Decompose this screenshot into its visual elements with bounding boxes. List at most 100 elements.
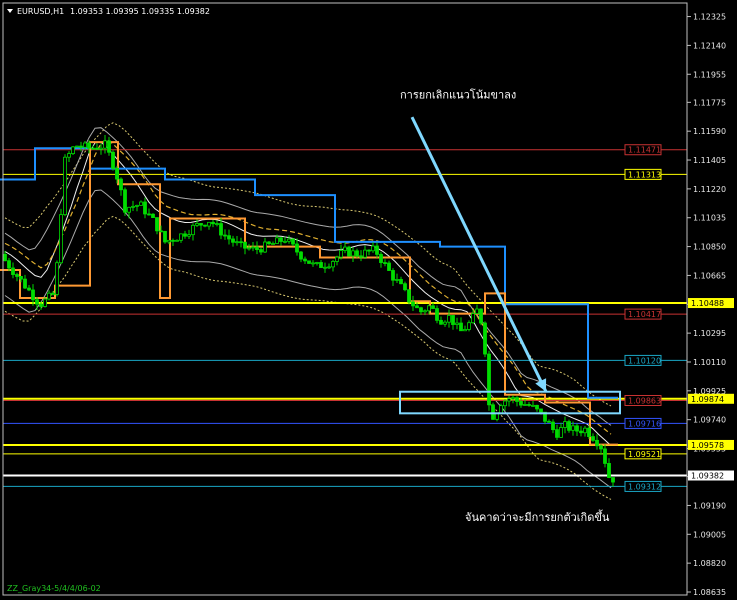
candle-body <box>195 223 199 226</box>
candle-body <box>291 238 295 245</box>
chart-background <box>0 0 737 600</box>
candle-body <box>203 224 207 227</box>
candle-body <box>119 178 123 191</box>
axis-tick-label: 1.11220 <box>693 185 726 194</box>
candle-body <box>51 292 55 295</box>
candle-body <box>563 421 567 428</box>
candle-body <box>383 262 387 264</box>
candle-body <box>375 245 379 255</box>
candle-body <box>551 421 555 431</box>
candle <box>43 297 47 308</box>
candle <box>347 245 351 257</box>
candle-body <box>307 260 311 264</box>
candle-body <box>411 301 415 307</box>
candle-body <box>607 463 611 478</box>
axis-tick-label: 1.09190 <box>693 501 726 510</box>
candle-body <box>271 243 275 245</box>
candle-body <box>127 206 131 213</box>
candle-body <box>363 249 367 258</box>
candle-body <box>19 276 23 280</box>
candle-body <box>367 249 371 252</box>
candle-body <box>571 425 575 431</box>
candle-body <box>495 413 499 420</box>
candle-body <box>179 233 183 241</box>
axis-tick-label: 1.10665 <box>693 271 726 280</box>
chart-canvas: การยกเลิกแนวโน้มขาลงจันคาดว่าจะมีการยกตั… <box>0 0 737 600</box>
axis-tick-label: 1.08635 <box>693 588 726 597</box>
axis-tick-label: 1.08820 <box>693 559 726 568</box>
candle-body <box>7 260 11 269</box>
candle <box>123 187 127 216</box>
level-label: 1.10417 <box>628 310 661 319</box>
candle <box>163 230 167 244</box>
candle-body <box>275 237 279 244</box>
candle-body <box>111 151 115 169</box>
candle <box>435 305 439 324</box>
candle-body <box>471 313 475 324</box>
candle <box>491 402 495 420</box>
candle-body <box>503 400 507 407</box>
candle-body <box>171 239 175 242</box>
candle-body <box>79 145 83 148</box>
candle-body <box>339 250 343 258</box>
candle-body <box>443 321 447 325</box>
candle-body <box>147 213 151 216</box>
candle-body <box>243 241 247 249</box>
candle-body <box>143 201 147 215</box>
candle-body <box>251 246 255 249</box>
candle-body <box>591 436 595 441</box>
candle-body <box>463 329 467 332</box>
candle-body <box>507 398 511 402</box>
candle-body <box>63 156 67 216</box>
candle-body <box>379 253 383 263</box>
candle-body <box>515 397 519 402</box>
candle-body <box>595 439 599 447</box>
candle-body <box>123 189 127 213</box>
candle-body <box>151 213 155 218</box>
candle-body <box>163 230 167 243</box>
candle-body <box>23 278 27 289</box>
candle-body <box>227 235 231 240</box>
candle-body <box>215 223 219 225</box>
ohlc-values: 1.09353 1.09395 1.09335 1.09382 <box>70 7 210 16</box>
candle <box>55 260 59 297</box>
candle <box>59 208 63 265</box>
candle-body <box>539 408 543 413</box>
candle-body <box>419 307 423 313</box>
level-label: 1.11471 <box>628 146 661 155</box>
candle-body <box>603 448 607 464</box>
candle-body <box>611 477 615 483</box>
chart-header[interactable]: EURUSD,H1 1.09353 1.09395 1.09335 1.0938… <box>7 7 210 16</box>
candle-body <box>139 201 143 206</box>
level-label: 1.09382 <box>691 472 724 481</box>
level-label: 1.09716 <box>628 419 661 428</box>
candle-body <box>423 310 427 313</box>
candle-body <box>483 322 487 355</box>
candle-body <box>415 305 419 309</box>
candle-body <box>447 315 451 323</box>
candle-body <box>283 240 287 243</box>
candle-body <box>27 287 31 291</box>
candle <box>151 213 155 218</box>
candle-body <box>167 239 171 243</box>
level-label: 1.09578 <box>691 441 724 450</box>
candle-body <box>343 246 347 251</box>
axis-tick-label: 1.11590 <box>693 127 726 136</box>
candle <box>75 145 79 148</box>
candle <box>487 350 491 411</box>
candle-body <box>583 427 587 434</box>
candle-body <box>359 255 363 258</box>
candle-body <box>431 305 435 309</box>
candle-body <box>87 142 91 149</box>
candle-body <box>527 404 531 406</box>
candle-body <box>523 404 527 406</box>
candle-body <box>451 315 455 325</box>
axis-tick-label: 1.11405 <box>693 156 726 165</box>
candle-body <box>91 147 95 150</box>
candle-body <box>43 298 47 307</box>
candle-body <box>347 246 351 257</box>
level-label: 1.11313 <box>628 170 661 179</box>
candle-body <box>435 308 439 321</box>
candle-body <box>99 147 103 150</box>
candle-body <box>83 142 87 148</box>
